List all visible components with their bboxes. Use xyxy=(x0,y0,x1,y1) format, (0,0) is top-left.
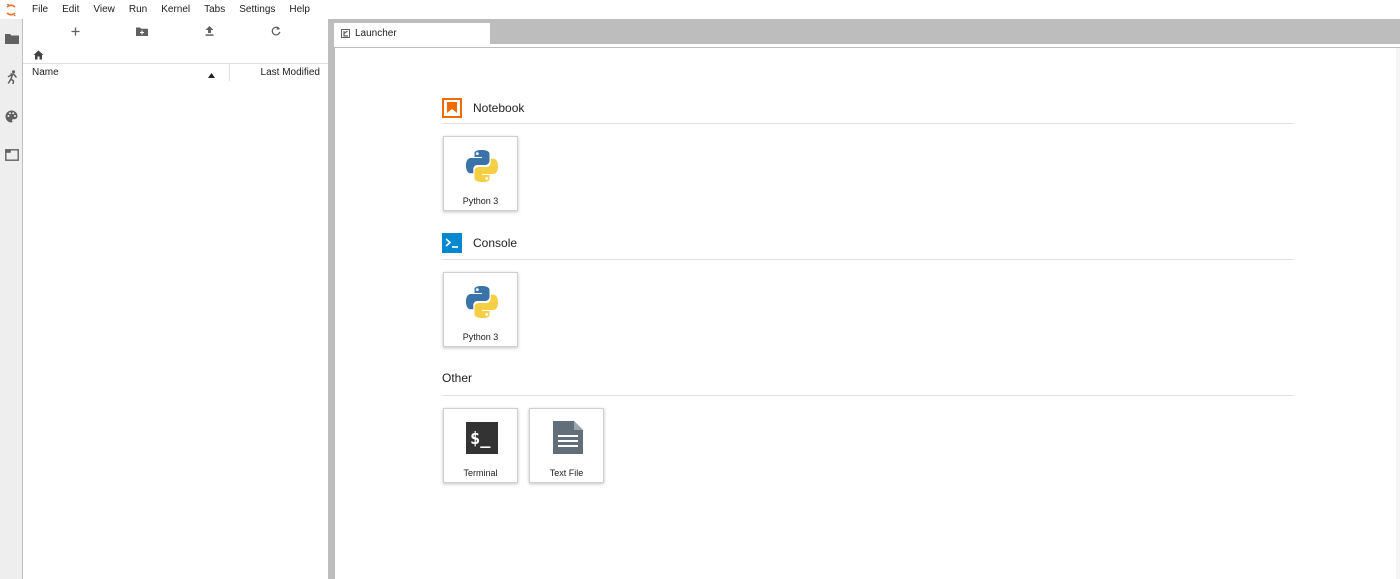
main-dock-panel: Launcher Notebook Python 3 Console Pytho… xyxy=(334,19,1400,579)
card-label: Python 3 xyxy=(462,332,499,342)
column-last-modified-header[interactable]: Last Modified xyxy=(229,64,328,81)
card-label: Text File xyxy=(549,468,584,478)
menu-file[interactable]: File xyxy=(22,0,55,19)
sort-ascending-icon[interactable] xyxy=(208,70,215,81)
launcher-scrollbar[interactable] xyxy=(1396,48,1400,579)
section-divider xyxy=(442,395,1294,396)
menu-tabs[interactable]: Tabs xyxy=(197,0,232,19)
tab-launcher[interactable]: Launcher xyxy=(334,23,490,44)
text-file-card[interactable]: Text File xyxy=(529,408,604,483)
folder-icon[interactable] xyxy=(0,25,23,51)
section-console-header: Console xyxy=(442,232,1294,254)
palette-icon[interactable] xyxy=(0,103,23,129)
section-divider xyxy=(442,259,1294,260)
new-folder-icon[interactable] xyxy=(132,23,152,39)
new-launcher-icon[interactable] xyxy=(65,23,85,39)
section-notebook-header: Notebook xyxy=(442,97,1294,119)
tabs-icon[interactable] xyxy=(0,142,23,168)
file-browser-toolbar xyxy=(23,19,328,43)
tab-launcher-label: Launcher xyxy=(355,28,397,39)
file-browser: Name Last Modified xyxy=(23,19,328,579)
file-list-header: Name Last Modified xyxy=(23,63,328,81)
launcher-tab-icon xyxy=(341,29,350,38)
python-icon xyxy=(463,147,500,184)
menu-settings[interactable]: Settings xyxy=(232,0,282,19)
svg-text:$_: $_ xyxy=(470,429,491,449)
activity-bar xyxy=(0,19,23,579)
menu-help[interactable]: Help xyxy=(282,0,317,19)
python-icon xyxy=(463,283,500,320)
launcher-body: Notebook Python 3 Console Python 3 Other… xyxy=(334,48,1396,579)
console-python3-card[interactable]: Python 3 xyxy=(443,272,518,347)
card-label: Python 3 xyxy=(462,196,499,206)
card-label: Terminal xyxy=(463,468,498,478)
terminal-icon: $_ xyxy=(463,419,500,456)
notebook-icon xyxy=(442,98,462,118)
menu-run[interactable]: Run xyxy=(122,0,154,19)
console-icon xyxy=(442,233,462,253)
text-file-icon xyxy=(549,419,586,456)
breadcrumb-home-icon[interactable] xyxy=(33,47,47,60)
section-divider xyxy=(442,123,1294,124)
upload-icon[interactable] xyxy=(199,23,219,39)
terminal-card[interactable]: $_ Terminal xyxy=(443,408,518,483)
section-console-title: Console xyxy=(473,236,518,250)
section-notebook-title: Notebook xyxy=(473,101,525,115)
column-name-header[interactable]: Name xyxy=(23,64,229,81)
notebook-python3-card[interactable]: Python 3 xyxy=(443,136,518,211)
section-other-header: Other xyxy=(442,367,1294,389)
column-last-modified-label: Last Modified xyxy=(260,67,320,78)
menu-view[interactable]: View xyxy=(86,0,122,19)
refresh-icon[interactable] xyxy=(266,23,286,39)
running-icon[interactable] xyxy=(0,64,23,90)
section-other-title: Other xyxy=(442,371,473,385)
column-name-label: Name xyxy=(32,67,59,78)
menu-kernel[interactable]: Kernel xyxy=(154,0,197,19)
menu-edit[interactable]: Edit xyxy=(55,0,86,19)
menu-bar: File Edit View Run Kernel Tabs Settings … xyxy=(0,0,1400,19)
tab-bar: Launcher xyxy=(334,19,1400,44)
jupyter-logo-icon[interactable] xyxy=(0,0,22,19)
